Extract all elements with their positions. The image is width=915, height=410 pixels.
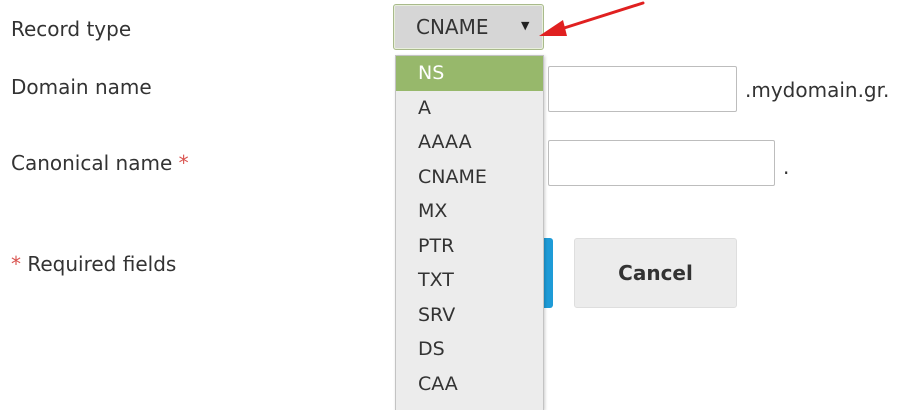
record-type-label: Record type [11,17,132,41]
canonical-name-label-text: Canonical name [11,151,173,175]
required-asterisk: * [11,252,21,276]
record-type-dropdown-list[interactable]: NS A AAAA CNAME MX PTR TXT SRV DS CAA [395,55,544,410]
canonical-name-label: Canonical name * [11,151,189,175]
dropdown-option-txt[interactable]: TXT [396,263,543,298]
required-fields-text: Required fields [27,252,177,276]
dropdown-option-cname[interactable]: CNAME [396,160,543,195]
domain-name-input[interactable] [548,66,737,112]
dropdown-option-srv[interactable]: SRV [396,298,543,333]
record-type-select[interactable]: CNAME ▼ [393,4,544,50]
dropdown-option-a[interactable]: A [396,91,543,126]
domain-suffix: .mydomain.gr. [745,78,890,102]
cancel-button[interactable]: Cancel [574,238,737,308]
canonical-name-input[interactable] [548,140,775,186]
dropdown-caret-icon: ▼ [521,19,530,32]
dropdown-option-ptr[interactable]: PTR [396,229,543,264]
canonical-suffix: . [783,155,790,179]
dropdown-option-ns[interactable]: NS [396,56,543,91]
record-type-selected-value: CNAME [416,15,489,39]
dropdown-option-mx[interactable]: MX [396,194,543,229]
annotation-arrow-icon [539,1,645,36]
required-asterisk: * [178,151,189,175]
dropdown-option-caa[interactable]: CAA [396,367,543,402]
domain-name-label: Domain name [11,75,152,99]
dropdown-option-ds[interactable]: DS [396,332,543,367]
dropdown-option-aaaa[interactable]: AAAA [396,125,543,160]
required-fields-note: * Required fields [11,252,176,276]
